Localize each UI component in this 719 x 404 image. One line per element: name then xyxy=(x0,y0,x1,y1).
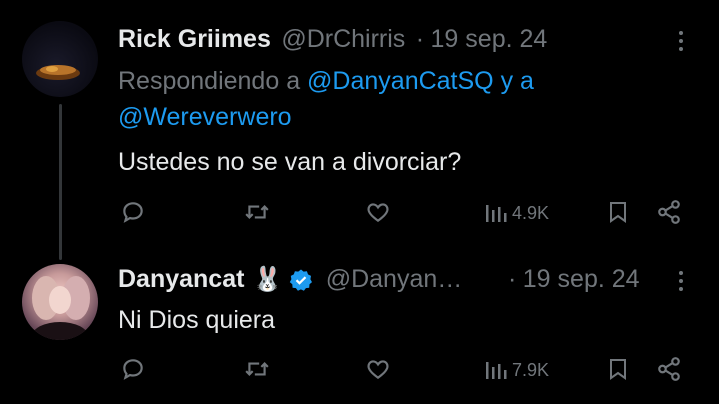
bookmark-icon xyxy=(610,202,626,223)
retweet-icon xyxy=(245,362,269,376)
avatar-image xyxy=(32,276,90,340)
author-name[interactable]: Danyancat xyxy=(118,265,244,293)
share-button[interactable] xyxy=(656,199,682,225)
replying-link-1[interactable]: @DanyanCatSQ xyxy=(307,67,494,95)
tweet-1[interactable]: Rick Griimes @DrChirris · 19 sep. 24 Res… xyxy=(0,0,719,260)
replying-to: Respondiendo a @DanyanCatSQ y a xyxy=(118,67,534,96)
reply-button[interactable] xyxy=(120,356,146,382)
tweet-2[interactable]: Danyancat 🐰 @Danyan… · 19 sep. 24 Ni Dio… xyxy=(0,250,719,404)
avatar-danyancat[interactable] xyxy=(22,264,98,340)
replying-prefix: Respondiendo a xyxy=(118,67,301,95)
views-button[interactable]: 7.9K xyxy=(483,358,549,382)
like-button[interactable] xyxy=(364,199,392,225)
author-handle[interactable]: @DrChirris xyxy=(281,25,405,53)
reply-icon xyxy=(123,359,143,380)
reply-button[interactable] xyxy=(120,199,146,225)
thread-line xyxy=(59,104,62,260)
separator-dot: · xyxy=(508,265,517,293)
replying-and: y a xyxy=(500,67,534,95)
bookmark-button[interactable] xyxy=(606,199,630,225)
tweet-date[interactable]: 19 sep. 24 xyxy=(431,25,548,53)
rabbit-emoji: 🐰 xyxy=(252,266,283,293)
avatar-image xyxy=(36,65,80,80)
retweet-button[interactable] xyxy=(243,199,271,225)
avatar-rick[interactable] xyxy=(22,21,98,97)
tweet-text: Ni Dios quiera xyxy=(118,306,276,334)
share-icon xyxy=(658,357,680,381)
more-icon[interactable] xyxy=(671,27,691,57)
views-button[interactable]: 4.9K xyxy=(483,201,549,225)
tweet-date[interactable]: 19 sep. 24 xyxy=(523,265,640,293)
replying-link-2[interactable]: @Wereverwero xyxy=(118,103,292,131)
like-button[interactable] xyxy=(364,356,392,382)
views-count: 7.9K xyxy=(512,359,550,380)
verified-icon[interactable] xyxy=(289,268,313,297)
views-icon xyxy=(486,362,507,379)
share-button[interactable] xyxy=(656,356,682,382)
reply-icon xyxy=(123,202,143,223)
like-icon xyxy=(367,360,389,379)
views-count: 4.9K xyxy=(512,202,550,223)
like-icon xyxy=(367,203,389,222)
share-icon xyxy=(658,200,680,224)
bookmark-button[interactable] xyxy=(606,356,630,382)
retweet-button[interactable] xyxy=(243,356,271,382)
separator-dot: · xyxy=(415,25,425,53)
author-name[interactable]: Rick Griimes xyxy=(118,25,271,53)
views-icon xyxy=(486,205,507,222)
bookmark-icon xyxy=(610,359,626,380)
author-handle[interactable]: @Danyan… xyxy=(326,265,463,293)
retweet-icon xyxy=(245,205,269,219)
more-icon[interactable] xyxy=(671,267,691,297)
tweet-text: Ustedes no se van a divorciar? xyxy=(118,148,462,176)
